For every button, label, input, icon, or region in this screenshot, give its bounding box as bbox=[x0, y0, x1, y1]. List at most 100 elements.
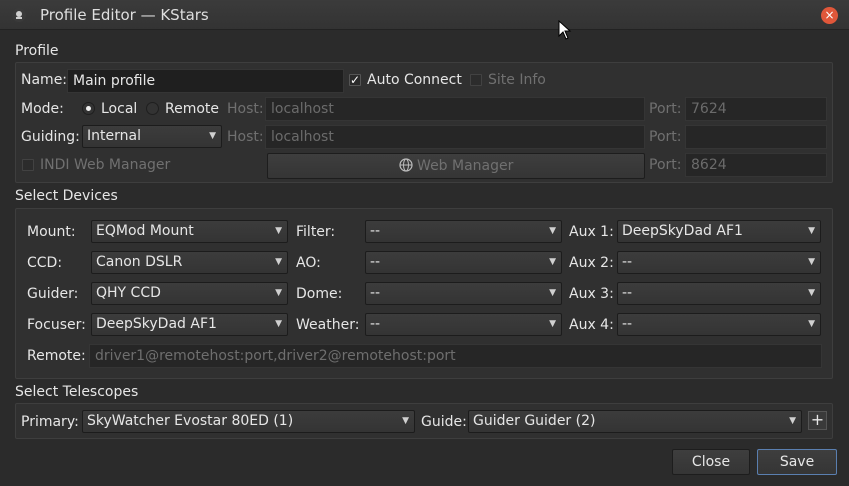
dome-combo-value: -- bbox=[370, 285, 381, 301]
chevron-down-icon: ▼ bbox=[275, 226, 282, 236]
filter-combo-value: -- bbox=[370, 223, 381, 239]
guider-label: Guider: bbox=[27, 286, 79, 302]
weather-combo-value: -- bbox=[370, 316, 381, 332]
chevron-down-icon: ▼ bbox=[549, 288, 556, 298]
save-button-label: Save bbox=[779, 454, 815, 470]
name-label: Name: bbox=[21, 72, 68, 88]
focuser-combo-value: DeepSkyDad AF1 bbox=[96, 316, 217, 332]
ccd-combo[interactable]: Canon DSLR ▼ bbox=[91, 251, 288, 274]
aux1-combo[interactable]: DeepSkyDad AF1 ▼ bbox=[617, 220, 821, 243]
window-title: Profile Editor — KStars bbox=[40, 6, 209, 24]
app-icon bbox=[12, 8, 26, 22]
site-info-checkbox bbox=[470, 74, 482, 86]
port-label-2: Port: bbox=[649, 129, 682, 145]
guiding-combo-value: Internal bbox=[87, 128, 141, 144]
add-telescope-button[interactable]: + bbox=[808, 411, 827, 430]
aux2-combo[interactable]: -- ▼ bbox=[617, 251, 821, 274]
port-input-3: 8624 bbox=[685, 153, 827, 177]
chevron-down-icon: ▼ bbox=[275, 319, 282, 329]
close-button[interactable]: Close bbox=[672, 449, 750, 475]
aux2-combo-value: -- bbox=[622, 254, 633, 270]
chevron-down-icon: ▼ bbox=[808, 288, 815, 298]
remote-drivers-input[interactable]: driver1@remotehost:port,driver2@remoteho… bbox=[89, 344, 822, 368]
site-info-label: Site Info bbox=[488, 72, 546, 88]
guide-telescope-value: Guider Guider (2) bbox=[473, 413, 596, 429]
telescopes-group-title: Select Telescopes bbox=[15, 384, 139, 400]
web-manager-button-label: Web Manager bbox=[417, 158, 514, 174]
name-input[interactable]: Main profile bbox=[67, 69, 344, 93]
aux3-label: Aux 3: bbox=[569, 286, 614, 302]
focuser-combo[interactable]: DeepSkyDad AF1 ▼ bbox=[91, 313, 288, 336]
aux1-combo-value: DeepSkyDad AF1 bbox=[622, 223, 743, 239]
port-input-2 bbox=[685, 125, 827, 149]
guiding-label: Guiding: bbox=[21, 129, 80, 145]
primary-telescope-value: SkyWatcher Evostar 80ED (1) bbox=[87, 413, 294, 429]
weather-label: Weather: bbox=[296, 317, 360, 333]
filter-combo[interactable]: -- ▼ bbox=[365, 220, 562, 243]
chevron-down-icon: ▼ bbox=[275, 257, 282, 267]
port-label-3: Port: bbox=[649, 157, 682, 173]
aux3-combo[interactable]: -- ▼ bbox=[617, 282, 821, 305]
chevron-down-icon: ▼ bbox=[275, 288, 282, 298]
port-label-1: Port: bbox=[649, 101, 682, 117]
mount-combo-value: EQMod Mount bbox=[96, 223, 194, 239]
dome-label: Dome: bbox=[296, 286, 343, 302]
host-input-2: localhost bbox=[265, 125, 645, 149]
cursor-icon bbox=[558, 20, 572, 40]
save-button[interactable]: Save bbox=[757, 449, 837, 475]
host-label-1: Host: bbox=[227, 101, 264, 117]
mode-local-radio[interactable] bbox=[82, 102, 95, 115]
dome-combo[interactable]: -- ▼ bbox=[365, 282, 562, 305]
host-label-2: Host: bbox=[227, 129, 264, 145]
ccd-combo-value: Canon DSLR bbox=[96, 254, 183, 270]
aux4-combo-value: -- bbox=[622, 316, 633, 332]
indi-web-manager-checkbox bbox=[22, 159, 34, 171]
guider-combo-value: QHY CCD bbox=[96, 285, 161, 301]
chevron-down-icon: ▼ bbox=[209, 131, 216, 141]
aux4-combo[interactable]: -- ▼ bbox=[617, 313, 821, 336]
guider-combo[interactable]: QHY CCD ▼ bbox=[91, 282, 288, 305]
close-window-icon[interactable]: × bbox=[821, 7, 838, 24]
ao-combo[interactable]: -- ▼ bbox=[365, 251, 562, 274]
focuser-label: Focuser: bbox=[27, 317, 86, 333]
chevron-down-icon: ▼ bbox=[402, 416, 409, 426]
guide-telescope-combo[interactable]: Guider Guider (2) ▼ bbox=[468, 410, 802, 433]
mode-remote-radio[interactable] bbox=[146, 102, 159, 115]
primary-telescope-combo[interactable]: SkyWatcher Evostar 80ED (1) ▼ bbox=[82, 410, 415, 433]
remote-label: Remote: bbox=[27, 348, 86, 364]
mode-label: Mode: bbox=[21, 101, 64, 117]
chevron-down-icon: ▼ bbox=[808, 226, 815, 236]
chevron-down-icon: ▼ bbox=[808, 257, 815, 267]
chevron-down-icon: ▼ bbox=[549, 319, 556, 329]
port-input-1: 7624 bbox=[685, 97, 827, 121]
filter-label: Filter: bbox=[296, 224, 336, 240]
aux3-combo-value: -- bbox=[622, 285, 633, 301]
chevron-down-icon: ▼ bbox=[549, 226, 556, 236]
guide-label: Guide: bbox=[421, 414, 467, 430]
primary-label: Primary: bbox=[21, 414, 79, 430]
mount-combo[interactable]: EQMod Mount ▼ bbox=[91, 220, 288, 243]
chevron-down-icon: ▼ bbox=[789, 416, 796, 426]
aux1-label: Aux 1: bbox=[569, 224, 614, 240]
mode-local-label[interactable]: Local bbox=[101, 101, 137, 117]
mount-label: Mount: bbox=[27, 224, 76, 240]
ao-label: AO: bbox=[296, 255, 321, 271]
weather-combo[interactable]: -- ▼ bbox=[365, 313, 562, 336]
indi-web-manager-label: INDI Web Manager bbox=[40, 157, 171, 173]
devices-group-title: Select Devices bbox=[15, 188, 118, 204]
aux4-label: Aux 4: bbox=[569, 317, 614, 333]
chevron-down-icon: ▼ bbox=[808, 319, 815, 329]
guiding-combo[interactable]: Internal ▼ bbox=[82, 125, 222, 148]
globe-icon bbox=[398, 156, 413, 180]
auto-connect-label[interactable]: Auto Connect bbox=[367, 72, 462, 88]
profile-group-title: Profile bbox=[15, 43, 59, 59]
aux2-label: Aux 2: bbox=[569, 255, 614, 271]
close-button-label: Close bbox=[691, 454, 731, 470]
mode-remote-label[interactable]: Remote bbox=[165, 101, 219, 117]
ao-combo-value: -- bbox=[370, 254, 381, 270]
auto-connect-checkbox[interactable]: ✓ bbox=[349, 74, 361, 86]
web-manager-button: Web Manager bbox=[267, 153, 645, 179]
ccd-label: CCD: bbox=[27, 255, 63, 271]
chevron-down-icon: ▼ bbox=[549, 257, 556, 267]
host-input-1: localhost bbox=[265, 97, 645, 121]
